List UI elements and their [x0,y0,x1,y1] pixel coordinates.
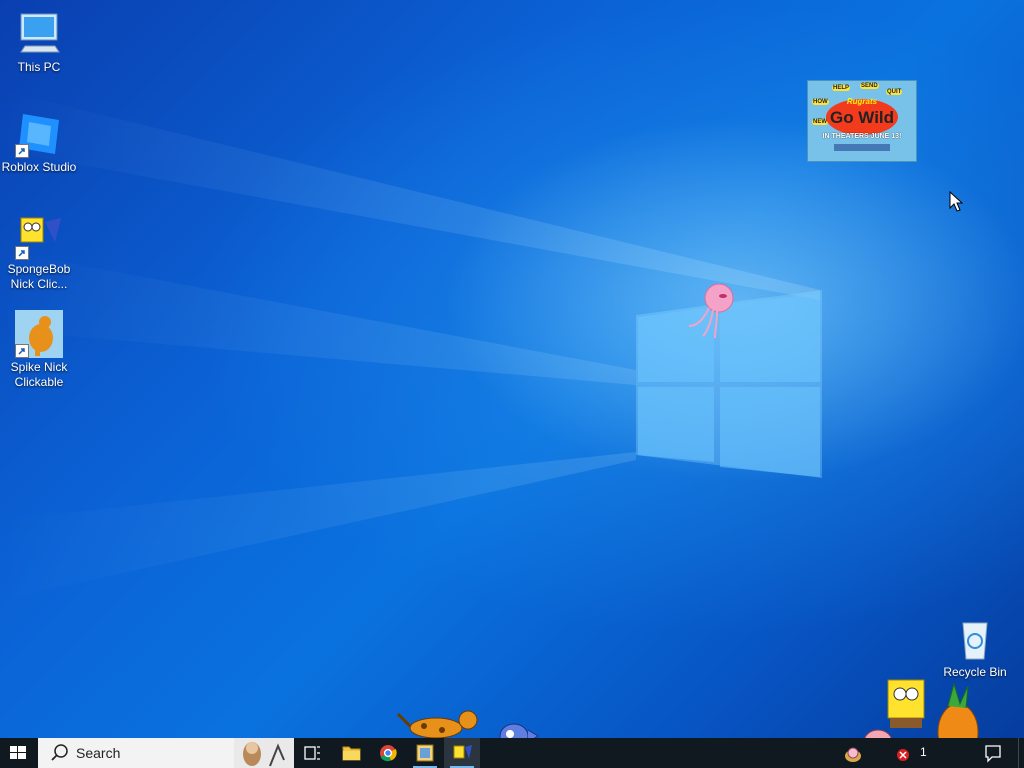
poster-word: SEND [860,83,879,89]
roblox-studio-icon [15,110,63,158]
file-explorer-button[interactable] [333,738,369,768]
spongebob-icon [453,745,472,759]
notifications-icon[interactable] [983,743,1003,763]
spike-dog-icon [15,310,63,358]
desktop-icon-label: SpongeBob Nick Clic... [7,262,71,291]
recycle-bin-icon [951,615,999,663]
app-icon [416,744,434,762]
desktop[interactable]: This PC Roblox Studio SpongeBob Nick Cli… [0,0,1024,738]
spongebob-icon [15,212,63,260]
fish-sticker-icon[interactable] [496,720,540,738]
shortcut-arrow-icon [15,246,29,260]
shortcut-arrow-icon [15,344,29,358]
taskbar: Search 1 [0,738,1024,768]
shortcut-arrow-icon [15,144,29,158]
spike-dog-sticker-icon[interactable] [394,704,490,738]
desktop-icon-this-pc[interactable]: This PC [1,10,77,75]
search-highlight-illustration-icon [234,738,294,768]
search-placeholder: Search [76,745,121,761]
spongebob-app-button[interactable] [444,738,480,768]
folder-icon [342,746,361,761]
poster-subline: IN THEATERS JUNE 13! [822,133,902,140]
poster-word: HELP [832,85,851,91]
spongebob-pineapple-sticker-icon[interactable] [862,670,982,738]
computer-icon [15,10,63,58]
poster-top-words: HELP SEND QUIT HOW NEW [810,83,914,125]
search-box[interactable]: Search [38,738,294,768]
windows-logo-icon [10,746,26,759]
chrome-icon [380,745,397,762]
mouse-cursor-icon [949,191,963,212]
poster-brand: Rugrats [846,97,878,106]
snail-tray-icon[interactable] [842,742,864,764]
rugrats-go-wild-poster[interactable]: HELP SEND QUIT HOW NEW Rugrats Go Wild I… [807,80,917,162]
poster-word: QUIT [886,89,903,95]
system-tray: 1 [840,738,1024,768]
desktop-icon-label: Spike Nick Clickable [10,360,68,389]
jellyfish-sticker-icon[interactable] [685,280,739,340]
poster-logos [834,144,890,151]
task-view-icon [304,746,320,760]
task-view-button[interactable] [296,738,328,768]
clock-text[interactable]: 1 [920,745,927,759]
desktop-icon-label: This PC [17,60,61,74]
desktop-icon-roblox-studio[interactable]: Roblox Studio [1,110,77,175]
network-error-icon[interactable] [896,748,910,762]
desktop-icon-spongebob[interactable]: SpongeBob Nick Clic... [1,212,77,292]
start-button[interactable] [0,738,36,768]
chrome-button[interactable] [370,738,406,768]
running-app-button[interactable] [407,738,443,768]
desktop-icon-label: Roblox Studio [1,160,77,174]
search-icon [51,744,68,761]
poster-headline: Go Wild [829,108,895,127]
desktop-icon-spike[interactable]: Spike Nick Clickable [1,310,77,390]
show-desktop-button[interactable] [1018,738,1024,768]
